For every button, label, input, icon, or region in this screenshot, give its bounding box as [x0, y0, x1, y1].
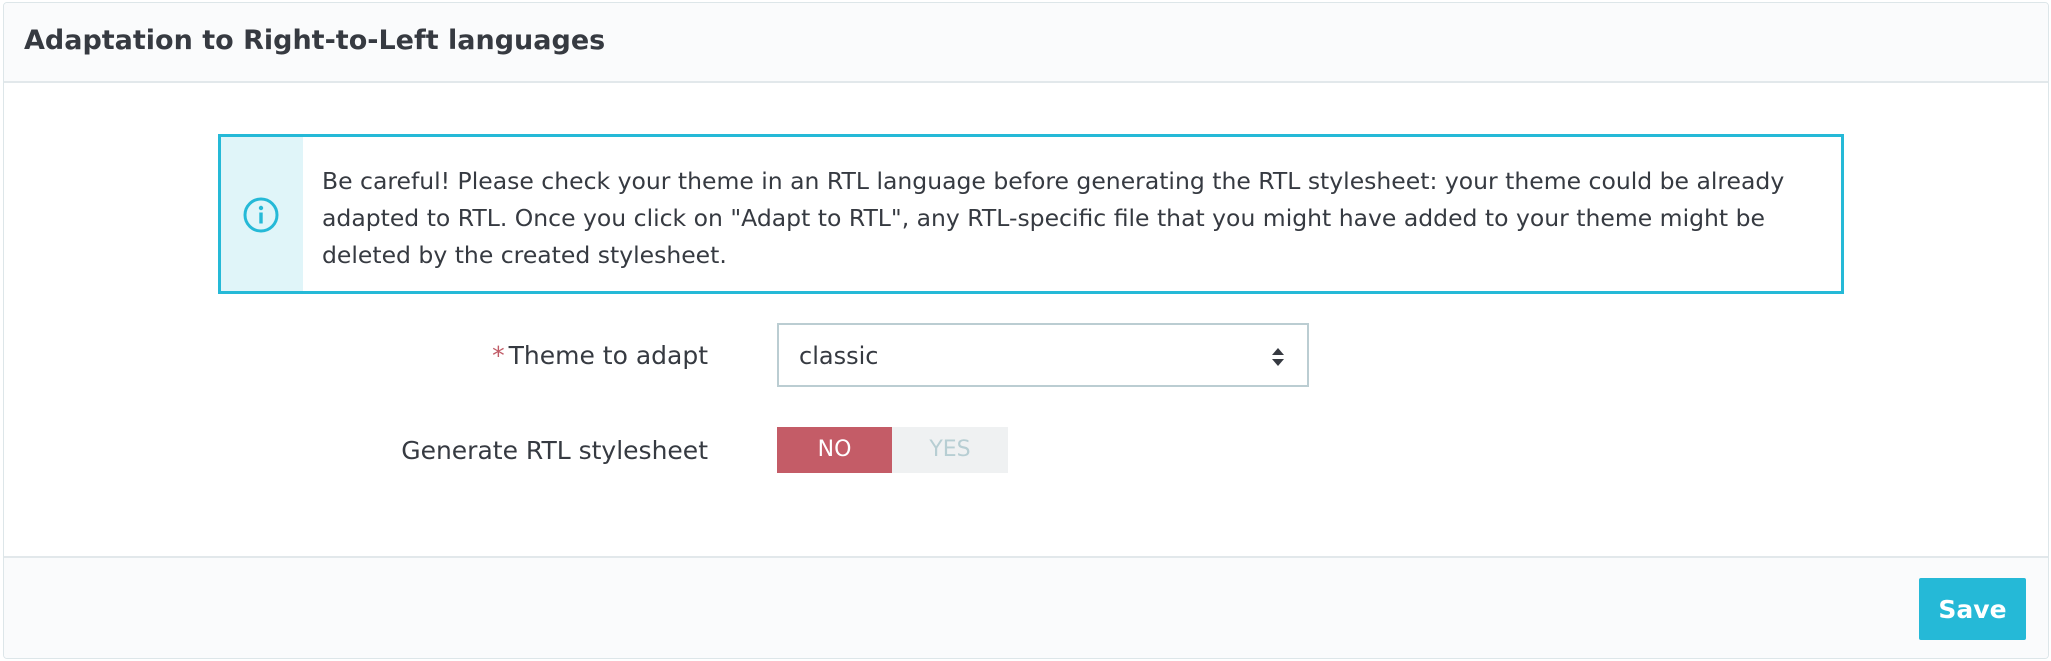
switch-yes-option[interactable]: YES	[892, 427, 1008, 473]
panel-header: Adaptation to Right-to-Left languages	[4, 3, 2048, 83]
generate-rtl-label: Generate RTL stylesheet	[401, 436, 708, 465]
save-button[interactable]: Save	[1919, 578, 2026, 640]
info-circle-icon	[243, 197, 279, 233]
generate-rtl-switch: NO YES	[777, 427, 1008, 473]
alert-message: Be careful! Please check your theme in a…	[322, 167, 1785, 269]
required-mark: *	[492, 341, 505, 370]
theme-label-text: Theme to adapt	[508, 341, 708, 370]
theme-select[interactable]: classic	[777, 323, 1309, 387]
alert-icon-column	[221, 137, 303, 291]
rtl-adaptation-panel: Adaptation to Right-to-Left languages Be…	[3, 2, 2049, 659]
theme-field-label: * Theme to adapt	[492, 341, 708, 370]
theme-select-value: classic	[799, 342, 879, 370]
info-alert: Be careful! Please check your theme in a…	[218, 134, 1844, 294]
panel-title: Adaptation to Right-to-Left languages	[24, 25, 606, 56]
sort-arrows-icon	[1272, 348, 1284, 366]
panel-footer: Save	[4, 556, 2048, 658]
switch-no-option[interactable]: NO	[777, 427, 892, 473]
